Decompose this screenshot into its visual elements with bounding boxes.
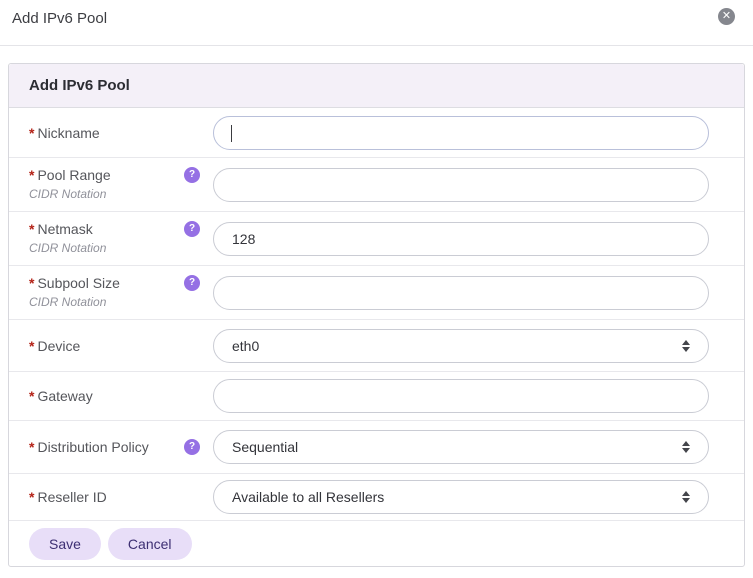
required-asterisk: * [29,388,35,404]
required-asterisk: * [29,167,35,183]
help-icon[interactable]: ? [184,220,200,237]
pool-range-label: Pool Range [37,167,111,183]
select-stepper-icon [682,441,690,453]
form-actions: Save Cancel [9,521,744,566]
subpool-size-input[interactable] [213,275,709,310]
subpool-size-label: Subpool Size [37,275,120,291]
netmask-sublabel: CIDR Notation [29,241,107,255]
help-icon[interactable]: ? [184,166,200,183]
required-asterisk: * [29,489,35,505]
form-row-pool-range: * Pool Range CIDR Notation ? [9,158,744,212]
required-asterisk: * [29,221,35,237]
distribution-policy-select[interactable]: Sequential [213,430,709,464]
pool-range-input[interactable] [213,167,709,202]
gateway-label: Gateway [37,388,93,404]
nickname-input[interactable] [213,115,709,150]
pool-range-sublabel: CIDR Notation [29,187,107,201]
required-asterisk: * [29,439,35,455]
required-asterisk: * [29,124,35,141]
modal-header: Add IPv6 Pool ✕ [0,0,753,46]
select-stepper-icon [682,491,690,503]
form-row-device: * Device eth0 [9,320,744,372]
required-asterisk: * [29,275,35,291]
subpool-size-sublabel: CIDR Notation [29,295,107,309]
modal-title: Add IPv6 Pool [12,10,108,27]
form-row-nickname: * Nickname [9,108,744,158]
distribution-policy-select-value: Sequential [232,439,299,455]
help-icon[interactable]: ? [184,274,200,291]
card-title: Add IPv6 Pool [29,77,130,94]
required-asterisk: * [29,337,35,354]
device-label: Device [37,337,81,354]
reseller-id-select-value: Available to all Resellers [232,489,385,505]
device-select-value: eth0 [232,337,260,354]
netmask-input[interactable] [213,221,709,256]
form-row-reseller-id: * Reseller ID Available to all Resellers [9,474,744,521]
text-caret [231,124,232,142]
reseller-id-label: Reseller ID [37,489,107,505]
gateway-input[interactable] [213,379,709,413]
card-header: Add IPv6 Pool [9,64,744,108]
form-row-distribution-policy: * Distribution Policy ? Sequential [9,421,744,474]
device-select[interactable]: eth0 [213,328,709,363]
reseller-id-select[interactable]: Available to all Resellers [213,480,709,514]
form-row-netmask: * Netmask CIDR Notation ? [9,212,744,266]
cancel-button[interactable]: Cancel [107,527,192,560]
help-icon[interactable]: ? [184,439,200,455]
add-ipv6-pool-form-card: Add IPv6 Pool * Nickname * Pool Range CIDR… [8,63,745,567]
form-row-subpool-size: * Subpool Size CIDR Notation ? [9,266,744,320]
close-icon[interactable]: ✕ [718,8,735,25]
save-button[interactable]: Save [29,527,101,560]
add-ipv6-pool-modal: Add IPv6 Pool ✕ Add IPv6 Pool * Nickname … [0,0,753,578]
form-row-gateway: * Gateway [9,372,744,421]
select-stepper-icon [682,339,690,352]
nickname-label: Nickname [37,124,100,141]
distribution-policy-label: Distribution Policy [37,439,149,455]
netmask-label: Netmask [37,221,93,237]
